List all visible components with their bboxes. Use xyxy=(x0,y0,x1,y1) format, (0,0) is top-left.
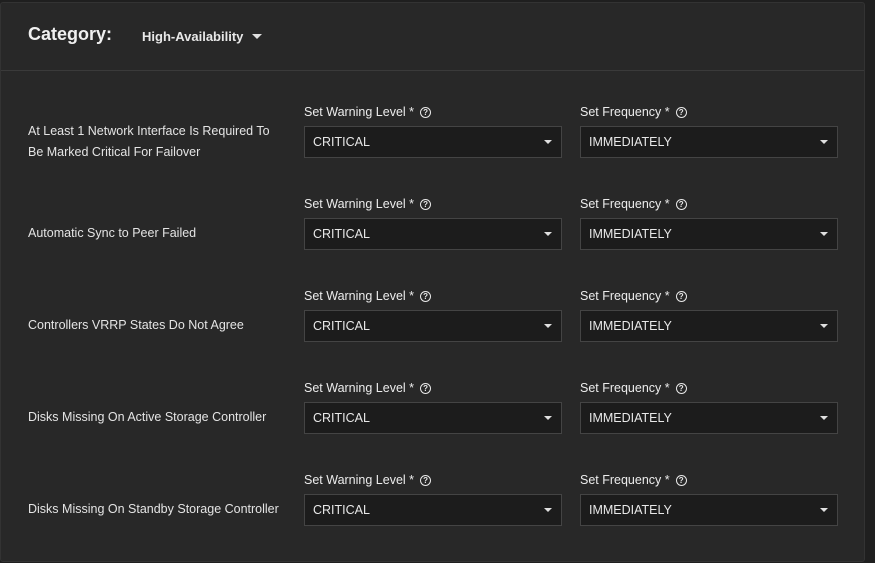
category-title: Category: xyxy=(28,24,113,44)
help-circle-icon[interactable]: ? xyxy=(420,474,432,486)
chevron-down-icon xyxy=(544,140,552,144)
chevron-down-icon xyxy=(252,34,263,39)
alert-row: Disks Missing On Active Storage Controll… xyxy=(1,379,866,471)
warning-level-field: Set Warning Level * ? CRITICAL xyxy=(304,287,562,342)
chevron-down-icon xyxy=(544,508,552,512)
warning-level-value: CRITICAL xyxy=(313,411,370,425)
alert-row: Controllers VRRP States Do Not Agree Set… xyxy=(1,287,866,379)
frequency-value: IMMEDIATELY xyxy=(589,227,672,241)
frequency-field: Set Frequency * ? IMMEDIATELY xyxy=(580,471,838,526)
warning-level-label: Set Warning Level * ? xyxy=(304,379,562,397)
help-circle-icon[interactable]: ? xyxy=(675,382,687,394)
warning-level-label: Set Warning Level * ? xyxy=(304,287,562,305)
warning-level-value: CRITICAL xyxy=(313,227,370,241)
category-dropdown[interactable]: High-Availability xyxy=(142,29,263,44)
alert-row: Disks Missing On Standby Storage Control… xyxy=(1,471,866,563)
chevron-down-icon xyxy=(544,416,552,420)
alert-name: Disks Missing On Standby Storage Control… xyxy=(28,502,279,516)
help-circle-icon[interactable]: ? xyxy=(675,290,687,302)
chevron-down-icon xyxy=(820,232,828,236)
card-header: Category: High-Availability xyxy=(1,3,864,71)
warning-level-value: CRITICAL xyxy=(313,135,370,149)
frequency-label: Set Frequency * ? xyxy=(580,195,838,213)
warning-level-field: Set Warning Level * ? CRITICAL xyxy=(304,379,562,434)
alert-name: Disks Missing On Active Storage Controll… xyxy=(28,410,267,424)
warning-level-select[interactable]: CRITICAL xyxy=(304,310,562,342)
warning-level-label: Set Warning Level * ? xyxy=(304,195,562,213)
frequency-label: Set Frequency * ? xyxy=(580,287,838,305)
chevron-down-icon xyxy=(820,416,828,420)
help-circle-icon[interactable]: ? xyxy=(420,106,432,118)
warning-level-label: Set Warning Level * ? xyxy=(304,103,562,121)
chevron-down-icon xyxy=(820,324,828,328)
frequency-select[interactable]: IMMEDIATELY xyxy=(580,402,838,434)
warning-level-select[interactable]: CRITICAL xyxy=(304,402,562,434)
alert-row: At Least 1 Network Interface Is Required… xyxy=(1,103,866,195)
category-dropdown-value: High-Availability xyxy=(142,29,244,44)
frequency-select[interactable]: IMMEDIATELY xyxy=(580,310,838,342)
alert-name: Controllers VRRP States Do Not Agree xyxy=(28,318,244,332)
warning-level-value: CRITICAL xyxy=(313,503,370,517)
warning-level-label: Set Warning Level * ? xyxy=(304,471,562,489)
frequency-label: Set Frequency * ? xyxy=(580,471,838,489)
frequency-select[interactable]: IMMEDIATELY xyxy=(580,494,838,526)
frequency-label: Set Frequency * ? xyxy=(580,379,838,397)
alert-settings-card: Category: High-Availability At Least 1 N… xyxy=(0,2,865,562)
chevron-down-icon xyxy=(544,324,552,328)
warning-level-field: Set Warning Level * ? CRITICAL xyxy=(304,195,562,250)
help-circle-icon[interactable]: ? xyxy=(675,198,687,210)
chevron-down-icon xyxy=(820,140,828,144)
frequency-field: Set Frequency * ? IMMEDIATELY xyxy=(580,103,838,158)
help-circle-icon[interactable]: ? xyxy=(675,106,687,118)
warning-level-field: Set Warning Level * ? CRITICAL xyxy=(304,471,562,526)
frequency-select[interactable]: IMMEDIATELY xyxy=(580,218,838,250)
chevron-down-icon xyxy=(820,508,828,512)
alert-name: Automatic Sync to Peer Failed xyxy=(28,226,197,240)
warning-level-select[interactable]: CRITICAL xyxy=(304,494,562,526)
frequency-value: IMMEDIATELY xyxy=(589,319,672,333)
alert-name: At Least 1 Network Interface Is Required… xyxy=(28,124,270,159)
warning-level-value: CRITICAL xyxy=(313,319,370,333)
help-circle-icon[interactable]: ? xyxy=(420,198,432,210)
frequency-value: IMMEDIATELY xyxy=(589,411,672,425)
frequency-value: IMMEDIATELY xyxy=(589,135,672,149)
frequency-field: Set Frequency * ? IMMEDIATELY xyxy=(580,379,838,434)
frequency-field: Set Frequency * ? IMMEDIATELY xyxy=(580,195,838,250)
help-circle-icon[interactable]: ? xyxy=(420,382,432,394)
help-circle-icon[interactable]: ? xyxy=(420,290,432,302)
warning-level-field: Set Warning Level * ? CRITICAL xyxy=(304,103,562,158)
frequency-value: IMMEDIATELY xyxy=(589,503,672,517)
frequency-label: Set Frequency * ? xyxy=(580,103,838,121)
alert-row: Automatic Sync to Peer Failed Set Warnin… xyxy=(1,195,866,287)
chevron-down-icon xyxy=(544,232,552,236)
frequency-field: Set Frequency * ? IMMEDIATELY xyxy=(580,287,838,342)
help-circle-icon[interactable]: ? xyxy=(675,474,687,486)
frequency-select[interactable]: IMMEDIATELY xyxy=(580,126,838,158)
warning-level-select[interactable]: CRITICAL xyxy=(304,126,562,158)
warning-level-select[interactable]: CRITICAL xyxy=(304,218,562,250)
